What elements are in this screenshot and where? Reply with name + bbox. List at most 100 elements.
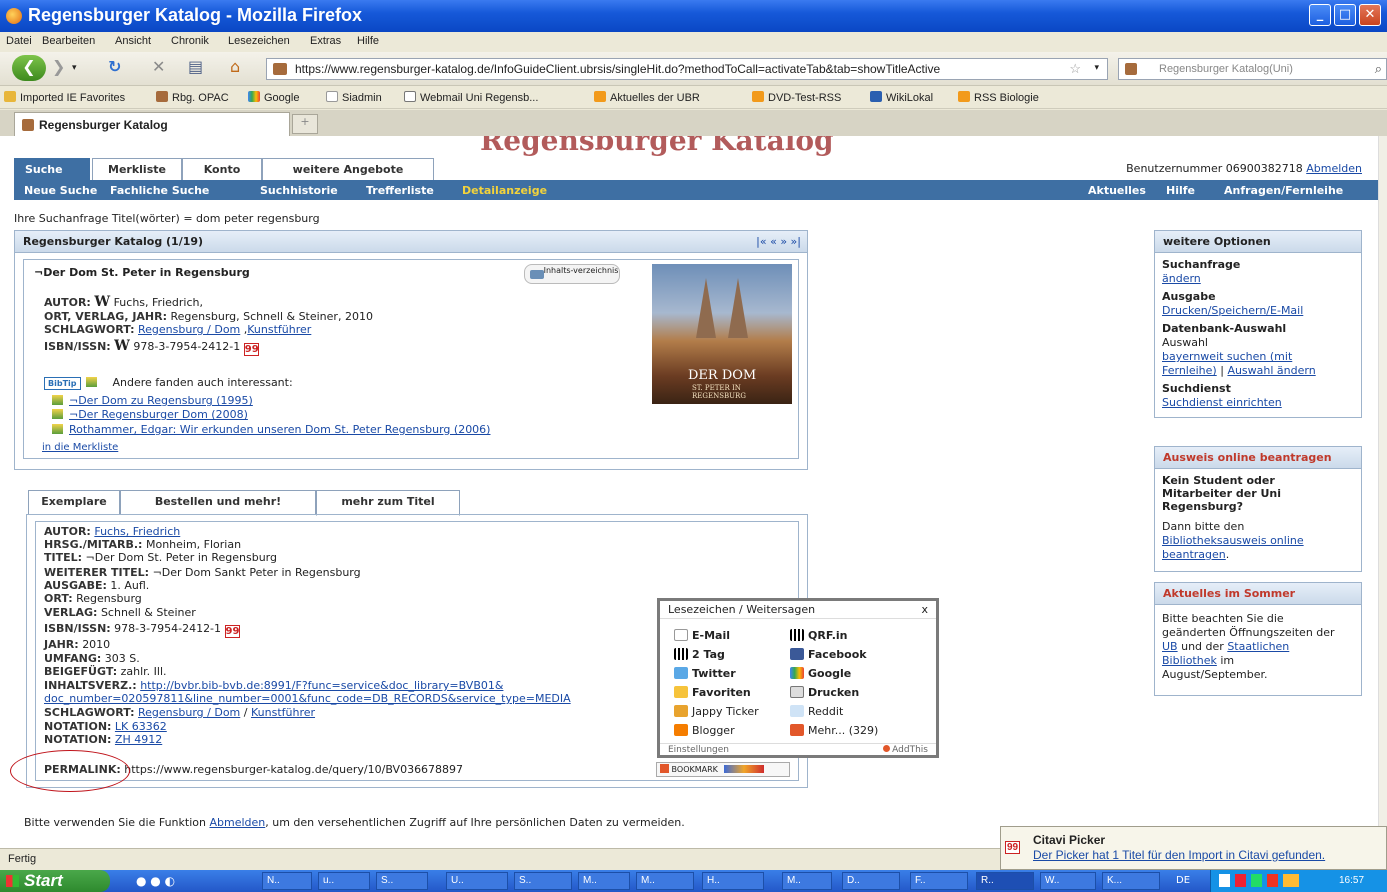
taskbar-item[interactable]: N.. — [262, 872, 312, 890]
inhaltsverz-link[interactable]: http://bvbr.bib-bvb.de:8991/F?func=servi… — [140, 679, 503, 692]
nav-fachliche-suche[interactable]: Fachliche Suche — [110, 184, 209, 197]
menu-bearbeiten[interactable]: Bearbeiten — [42, 35, 95, 47]
tab-konto[interactable]: Konto — [182, 158, 262, 180]
permalink-value[interactable]: https://www.regensburger-katalog.de/quer… — [124, 763, 463, 776]
taskbar-item[interactable]: K... — [1102, 872, 1160, 890]
staatliche-bibliothek-link[interactable]: Staatlichen — [1227, 640, 1289, 653]
language-indicator[interactable]: DE — [1176, 875, 1190, 886]
detail-schlagwort-dom[interactable]: Regensburg / Dom — [138, 706, 240, 719]
share-popup-close[interactable]: x — [921, 603, 928, 616]
maximize-button[interactable]: □ — [1334, 4, 1356, 26]
print-icon[interactable]: ▤ — [188, 57, 203, 76]
toc-button[interactable]: Inhalts-verzeichnis — [524, 264, 620, 284]
menu-extras[interactable]: Extras — [310, 35, 341, 47]
menu-hilfe[interactable]: Hilfe — [357, 35, 379, 47]
citavi-quote-icon[interactable]: 99 — [243, 343, 259, 356]
tray-icons[interactable] — [1219, 874, 1299, 887]
nav-suchhistorie[interactable]: Suchhistorie — [260, 184, 338, 197]
bookmark-google[interactable]: Google — [248, 91, 299, 104]
forward-button[interactable]: ❯ — [52, 57, 65, 76]
menu-ansicht[interactable]: Ansicht — [115, 35, 151, 47]
taskbar-item[interactable]: u.. — [318, 872, 370, 890]
option-suchdienst-link[interactable]: Suchdienst einrichten — [1162, 396, 1282, 409]
taskbar-item[interactable]: W.. — [1040, 872, 1096, 890]
history-dropdown-icon[interactable]: ▾ — [72, 63, 77, 73]
notation-link-2[interactable]: ZH 4912 — [115, 733, 162, 746]
page-scrollbar[interactable] — [1378, 136, 1387, 848]
reload-icon[interactable]: ↻ — [108, 57, 121, 76]
share-email[interactable]: E-Mail — [674, 629, 730, 642]
share-favoriten[interactable]: Favoriten — [674, 686, 751, 699]
taskbar-item[interactable]: U.. — [446, 872, 508, 890]
stop-icon[interactable]: ✕ — [152, 57, 165, 76]
bookmark-share-button[interactable]: BOOKMARK — [656, 762, 790, 777]
bookmark-wikilokal[interactable]: WikiLokal — [870, 91, 933, 104]
taskbar-item[interactable]: S.. — [514, 872, 572, 890]
option-bayernweit-link-cont[interactable]: Fernleihe) — [1162, 364, 1217, 377]
logout-link[interactable]: Abmelden — [1306, 162, 1362, 175]
share-more[interactable]: Mehr... (329) — [790, 724, 878, 737]
tab-bestellen[interactable]: Bestellen und mehr! — [120, 490, 316, 514]
taskbar-item[interactable]: F.. — [910, 872, 968, 890]
footer-logout-link[interactable]: Abmelden — [209, 816, 265, 829]
bookmark-webmail[interactable]: Webmail Uni Regensb... — [404, 91, 538, 104]
bookmark-rbg-opac[interactable]: Rbg. OPAC — [156, 91, 229, 104]
nav-neue-suche[interactable]: Neue Suche — [24, 184, 97, 197]
share-jappy[interactable]: Jappy Ticker — [674, 705, 759, 718]
minimize-button[interactable]: _ — [1309, 4, 1331, 26]
back-button[interactable]: ❮ — [12, 55, 46, 81]
detail-schlagwort-kunstfuehrer[interactable]: Kunstführer — [251, 706, 315, 719]
share-drucken[interactable]: Drucken — [790, 686, 859, 699]
home-icon[interactable]: ⌂ — [230, 57, 240, 76]
tab-suche[interactable]: Suche — [14, 158, 90, 180]
taskbar-item-active[interactable]: R.. — [976, 872, 1034, 890]
url-bar[interactable]: https://www.regensburger-katalog.de/Info… — [266, 58, 1108, 80]
taskbar-item[interactable]: M.. — [782, 872, 832, 890]
taskbar-item[interactable]: S.. — [376, 872, 428, 890]
share-blogger[interactable]: Blogger — [674, 724, 735, 737]
nav-trefferliste[interactable]: Trefferliste — [366, 184, 434, 197]
bookmark-siadmin[interactable]: Siadmin — [326, 91, 382, 104]
schlagwort-link-kunstfuehrer[interactable]: Kunstführer — [247, 323, 311, 336]
wikipedia-icon[interactable]: W — [114, 338, 130, 354]
menu-datei[interactable]: Datei — [6, 35, 32, 47]
also-link-1[interactable]: ¬Der Dom zu Regensburg (1995) — [69, 394, 253, 407]
ausweis-link[interactable]: Bibliotheksausweis online — [1162, 534, 1304, 547]
taskbar-item[interactable]: D.. — [842, 872, 900, 890]
nav-detailanzeige[interactable]: Detailanzeige — [462, 184, 547, 197]
tab-merkliste[interactable]: Merkliste — [92, 158, 182, 180]
notation-link-1[interactable]: LK 63362 — [115, 720, 167, 733]
taskbar-item[interactable]: H.. — [702, 872, 764, 890]
also-link-3[interactable]: Rothammer, Edgar: Wir erkunden unseren D… — [69, 423, 490, 436]
tab-mehr-zum-titel[interactable]: mehr zum Titel — [316, 490, 460, 516]
merkliste-link[interactable]: in die Merkliste — [42, 442, 118, 453]
ausweis-link-cont[interactable]: beantragen — [1162, 548, 1226, 561]
also-link-2[interactable]: ¬Der Regensburger Dom (2008) — [69, 408, 248, 421]
share-facebook[interactable]: Facebook — [790, 648, 867, 661]
new-tab-button[interactable]: + — [292, 114, 318, 134]
citavi-quote-icon[interactable]: 99 — [224, 625, 240, 638]
wikipedia-icon[interactable]: W — [94, 294, 110, 310]
nav-hilfe[interactable]: Hilfe — [1166, 184, 1195, 197]
share-settings-link[interactable]: Einstellungen — [668, 745, 729, 755]
search-engine-icon[interactable] — [1125, 63, 1137, 75]
staatliche-bibliothek-link-cont[interactable]: Bibliothek — [1162, 654, 1217, 667]
option-suchanfrage-link[interactable]: ändern — [1162, 272, 1201, 285]
citavi-notification[interactable]: 99 Citavi Picker Der Picker hat 1 Titel … — [1000, 826, 1387, 870]
record-pager[interactable]: |« « » »| — [756, 235, 801, 248]
url-dropdown-icon[interactable]: ▾ — [1094, 62, 1099, 73]
bookmark-rss-biologie[interactable]: RSS Biologie — [958, 91, 1039, 104]
share-2tag[interactable]: 2 Tag — [674, 648, 725, 661]
option-ausgabe-link[interactable]: Drucken/Speichern/E-Mail — [1162, 304, 1303, 317]
quicklaunch-icons[interactable]: ● ● ◐ — [136, 874, 175, 888]
addthis-link[interactable]: AddThis — [883, 745, 928, 755]
detail-autor-link[interactable]: Fuchs, Friedrich — [94, 525, 180, 538]
bookmark-aktuelles-ubr[interactable]: Aktuelles der UBR — [594, 91, 700, 104]
share-qrf[interactable]: QRF.in — [790, 629, 848, 642]
inhaltsverz-link-cont[interactable]: doc_number=020597811&line_number=0001&fu… — [44, 692, 571, 705]
taskbar-item[interactable]: M.. — [578, 872, 630, 890]
search-icon[interactable]: ⌕ — [1375, 61, 1382, 77]
option-auswahl-aendern-link[interactable]: Auswahl ändern — [1227, 364, 1315, 377]
browser-tab-regensburger-katalog[interactable]: Regensburger Katalog — [14, 112, 290, 136]
nav-anfragen-fernleihe[interactable]: Anfragen/Fernleihe — [1224, 184, 1343, 197]
